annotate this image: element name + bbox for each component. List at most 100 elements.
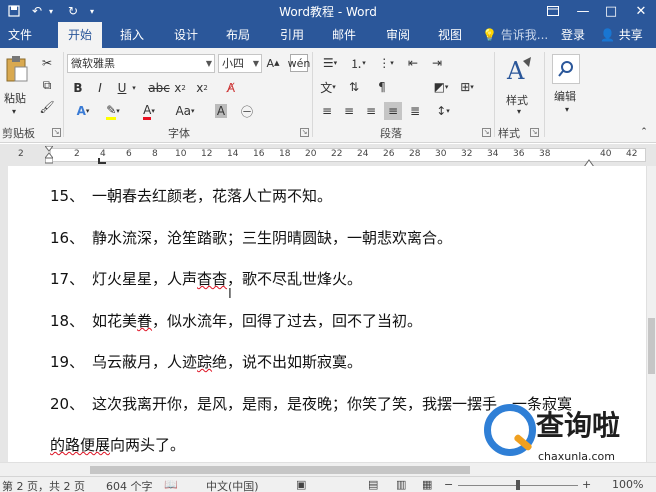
- ruler-number: 40: [600, 149, 612, 159]
- editing-dropdown-icon[interactable]: ▾: [560, 104, 574, 114]
- styles-icon[interactable]: A: [504, 54, 534, 88]
- clear-formatting-icon[interactable]: A̸: [222, 79, 240, 97]
- copy-icon[interactable]: ⧉: [38, 76, 56, 94]
- macro-record-icon[interactable]: ▣: [296, 478, 306, 491]
- close-button[interactable]: ✕: [628, 1, 654, 21]
- collapse-ribbon-icon[interactable]: ⌃: [638, 126, 650, 138]
- tab-review[interactable]: 审阅: [378, 22, 418, 48]
- italic-icon[interactable]: I: [92, 80, 108, 96]
- list-number: 17、: [50, 270, 85, 288]
- maximize-button[interactable]: □: [598, 1, 624, 21]
- tab-references[interactable]: 引用: [272, 22, 312, 48]
- styles-dropdown-icon[interactable]: ▾: [512, 106, 526, 116]
- tab-home[interactable]: 开始: [58, 22, 102, 48]
- minimize-button[interactable]: —: [570, 1, 596, 21]
- print-layout-icon[interactable]: ▥: [396, 478, 406, 491]
- phonetic-guide-icon[interactable]: wén: [288, 54, 310, 72]
- subscript-icon[interactable]: x2: [172, 80, 188, 96]
- decrease-indent-icon[interactable]: ⇤: [404, 54, 422, 72]
- tab-insert[interactable]: 插入: [112, 22, 152, 48]
- language-indicator[interactable]: 中文(中国): [206, 478, 259, 492]
- bold-icon[interactable]: B: [70, 80, 86, 96]
- tab-design[interactable]: 设计: [166, 22, 206, 48]
- format-painter-icon[interactable]: 🖌: [38, 98, 56, 116]
- list-item[interactable]: 16、 静水流深，沧笙踏歌；三生阴晴圆缺，一朝悲欢离合。: [50, 227, 452, 248]
- multilevel-list-icon[interactable]: ⋮ ▾: [374, 54, 398, 72]
- shading-icon[interactable]: ◩ ▾: [430, 78, 452, 96]
- character-shading-icon[interactable]: A: [210, 102, 232, 120]
- web-layout-icon[interactable]: ▦: [422, 478, 432, 491]
- horizontal-ruler[interactable]: 2 2 4 6 8 10 12 14 16 18 20 22 24 26 28 …: [0, 144, 656, 168]
- editing-label[interactable]: 编辑: [554, 88, 576, 104]
- list-item-continuation[interactable]: 的路便展向两头了。: [50, 434, 185, 455]
- font-name-select[interactable]: 微软雅黑 ▼: [67, 54, 215, 73]
- justify-icon[interactable]: ≡: [384, 102, 402, 120]
- grow-font-icon[interactable]: A ▲: [266, 55, 280, 71]
- underline-dropdown-icon[interactable]: ▾: [130, 82, 138, 94]
- lightbulb-icon: 💡: [482, 28, 497, 42]
- line-spacing-icon[interactable]: ↕ ▾: [432, 102, 454, 120]
- enclose-character-icon[interactable]: ㊀: [236, 102, 258, 120]
- numbering-icon[interactable]: ⒈ ▾: [346, 54, 370, 72]
- sign-in-link[interactable]: 登录: [561, 22, 585, 48]
- zoom-in-icon[interactable]: +: [582, 478, 591, 491]
- title-bar: ↶ ▾ ↻ ▾ Word教程 - Word — □ ✕: [0, 0, 656, 22]
- styles-launcher-icon[interactable]: ↘: [530, 128, 539, 137]
- font-color-icon[interactable]: A ▾: [136, 102, 162, 120]
- list-text: 一朝春去红颜老，花落人亡两不知。: [92, 187, 333, 205]
- ribbon-display-icon[interactable]: [540, 1, 566, 21]
- ruler-number: 10: [175, 149, 187, 159]
- proofing-icon[interactable]: 📖: [164, 478, 178, 491]
- tab-file[interactable]: 文件: [0, 22, 40, 48]
- paste-label[interactable]: 粘贴: [4, 90, 26, 106]
- vertical-scrollbar[interactable]: [646, 166, 656, 462]
- show-formatting-marks-icon[interactable]: ¶: [372, 78, 392, 96]
- underline-icon[interactable]: U: [114, 80, 130, 96]
- word-count[interactable]: 604 个字: [106, 478, 153, 492]
- superscript-icon[interactable]: x2: [194, 80, 210, 96]
- list-item[interactable]: 17、 灯火星星，人声杳杳，歌不尽乱世烽火。: [50, 268, 362, 289]
- bullets-icon[interactable]: ☰ ▾: [318, 54, 342, 72]
- sort-icon[interactable]: ⇅: [344, 78, 364, 96]
- tell-me-search[interactable]: 💡 告诉我...: [482, 22, 548, 48]
- read-mode-icon[interactable]: ▤: [368, 478, 378, 491]
- list-item[interactable]: 19、 乌云蔽月，人迹踪绝，说不出如斯寂寞。: [50, 351, 362, 372]
- list-item[interactable]: 15、 一朝春去红颜老，花落人亡两不知。: [50, 185, 332, 206]
- tab-mailings[interactable]: 邮件: [324, 22, 364, 48]
- distributed-icon[interactable]: ≣: [406, 102, 424, 120]
- chinese-layout-icon[interactable]: 文 ▾: [318, 78, 338, 96]
- change-case-icon[interactable]: Aa ▾: [170, 102, 200, 120]
- paste-dropdown-icon[interactable]: ▾: [6, 106, 22, 116]
- align-center-icon[interactable]: ≡: [340, 102, 358, 120]
- scrollbar-thumb[interactable]: [90, 466, 470, 474]
- highlight-color-icon[interactable]: ✎ ▾: [100, 102, 126, 120]
- share-button[interactable]: 👤 共享: [600, 22, 643, 48]
- cut-icon[interactable]: ✂: [38, 54, 56, 72]
- right-indent-marker-icon[interactable]: [583, 156, 595, 168]
- scrollbar-thumb[interactable]: [648, 318, 655, 374]
- tab-layout[interactable]: 布局: [218, 22, 258, 48]
- increase-indent-icon[interactable]: ⇥: [428, 54, 446, 72]
- page-count[interactable]: 第 2 页，共 2 页: [2, 478, 85, 492]
- zoom-out-icon[interactable]: −: [444, 478, 453, 491]
- search-icon[interactable]: [552, 54, 580, 84]
- zoom-slider-thumb[interactable]: [516, 480, 520, 490]
- text-effects-icon[interactable]: A ▾: [70, 102, 96, 120]
- tab-view[interactable]: 视图: [430, 22, 470, 48]
- font-size-select[interactable]: 小四 ▼: [218, 54, 262, 73]
- paste-icon[interactable]: [4, 54, 30, 84]
- align-left-icon[interactable]: ≡: [318, 102, 336, 120]
- align-right-icon[interactable]: ≡: [362, 102, 380, 120]
- indent-marker-icon[interactable]: [43, 145, 55, 164]
- tab-stop-marker[interactable]: [98, 158, 106, 164]
- list-text: 灯火星星，人声: [92, 270, 198, 288]
- paragraph-launcher-icon[interactable]: ↘: [482, 128, 491, 137]
- borders-icon[interactable]: ⊞ ▾: [456, 78, 478, 96]
- list-item[interactable]: 18、 如花美眷，似水流年，回得了过去，回不了当初。: [50, 310, 422, 331]
- strikethrough-icon[interactable]: abc: [148, 80, 170, 96]
- font-launcher-icon[interactable]: ↘: [300, 128, 309, 137]
- ruler-number: 32: [461, 149, 473, 159]
- clipboard-launcher-icon[interactable]: ↘: [52, 128, 61, 137]
- zoom-level[interactable]: 100%: [612, 478, 643, 491]
- horizontal-scrollbar[interactable]: [0, 462, 656, 476]
